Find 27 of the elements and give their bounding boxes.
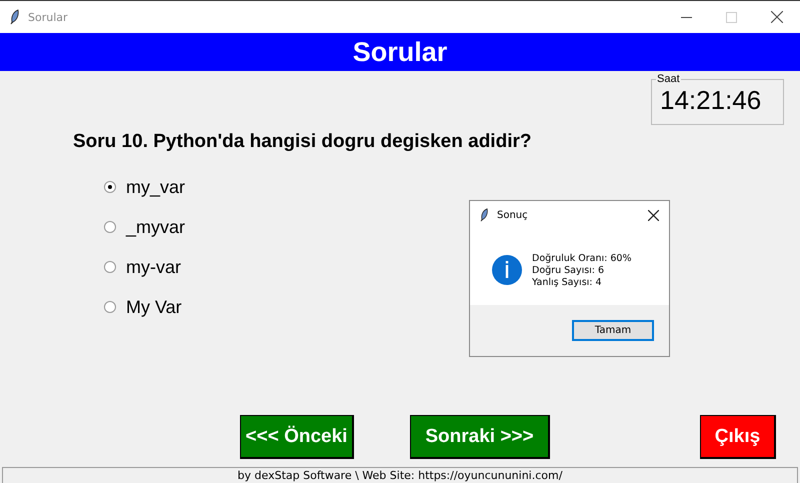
info-icon <box>492 255 522 285</box>
close-icon[interactable] <box>648 210 659 220</box>
close-icon[interactable] <box>771 11 783 23</box>
header-title: Sorular <box>352 36 448 68</box>
ok-button[interactable]: Tamam <box>572 320 654 341</box>
nav-button[interactable]: <<< Önceki <box>240 415 354 459</box>
radio-button[interactable] <box>104 221 116 233</box>
answer-option[interactable]: _myvar <box>104 215 186 239</box>
answer-option[interactable]: my-var <box>104 255 181 279</box>
nav-button[interactable]: Sonraki >>> <box>410 415 550 459</box>
result-line: Doğruluk Oranı: 60% <box>532 253 632 265</box>
radio-button[interactable] <box>104 301 116 313</box>
clock-label: Saat <box>656 73 681 85</box>
window-title: Sorular <box>28 10 68 24</box>
feather-icon <box>480 208 489 222</box>
radio-button[interactable] <box>104 261 116 273</box>
radio-button[interactable] <box>104 181 116 193</box>
nav-button[interactable]: Çıkış <box>700 415 776 459</box>
result-line: Doğru Sayısı: 6 <box>532 265 606 277</box>
status-text: by dexStap Software \ Web Site: https://oyuncununini.com/ <box>238 469 562 482</box>
question-text: Soru 10. Python'da hangisi dogru degisken adidir? <box>73 131 532 154</box>
answer-option[interactable]: My Var <box>104 295 182 319</box>
clock-time: 14:21:46 <box>660 85 762 116</box>
result-line: Yanlış Sayısı: 4 <box>532 277 603 289</box>
dialog-title: Sonuç <box>497 210 528 220</box>
answer-option[interactable]: my_var <box>104 175 186 199</box>
feather-icon <box>10 9 20 25</box>
